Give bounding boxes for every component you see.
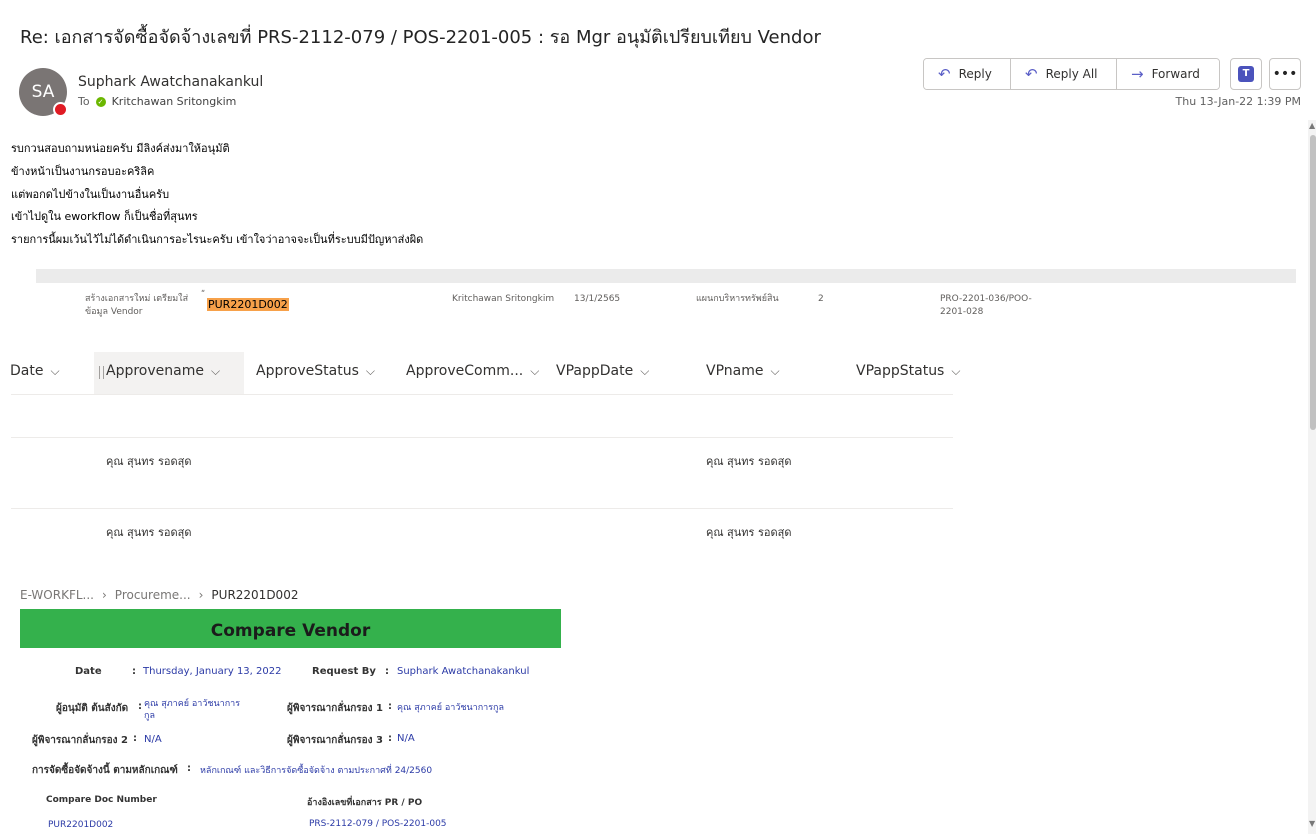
colon: : (388, 701, 392, 712)
body-line: แต่พอกดไปข้างในเป็นงานอื่นครับ (11, 188, 170, 201)
form-value-screen3: N/A (397, 733, 415, 744)
colon: : (388, 733, 392, 744)
chevron-down-icon: ⌵ (770, 363, 780, 378)
form-value-screen2: N/A (144, 734, 162, 745)
column-header-approvecomment[interactable]: ApproveComm... ⌵ (406, 363, 539, 379)
column-header-vpappstatus[interactable]: VPappStatus ⌵ (856, 363, 960, 379)
chevron-down-icon: ⌵ (210, 363, 221, 378)
colon: : (385, 666, 389, 677)
reply-label: Reply (958, 67, 992, 81)
form-value-screen1: คุณ สุภาคย์ อาวัชนาการกูล (397, 703, 504, 713)
list-header-bar (36, 269, 1296, 283)
chevron-down-icon: ⌵ (530, 363, 540, 378)
form-label-screen1: ผู้พิจารณากลั่นกรอง 1 (287, 703, 383, 714)
forward-icon: → (1131, 65, 1144, 83)
breadcrumb-item[interactable]: E-WORKFL... (20, 588, 94, 602)
available-status-icon: ✓ (95, 96, 106, 107)
ref-doc-value[interactable]: PRS-2112-079 / POS-2201-005 (309, 819, 447, 829)
reply-button[interactable]: ↶ Reply (924, 59, 1011, 89)
chevron-down-icon: ⌵ (50, 363, 60, 378)
body-line: ข้างหน้าเป็นงานกรอบอะคริลิค (11, 165, 155, 178)
form-banner: Compare Vendor (20, 609, 561, 648)
list-row-owner: Kritchawan Sritongkim (452, 294, 555, 304)
body-line: เข้าไปดูใน eworkflow ก็เป็นชื่อที่สุนทร (11, 210, 198, 223)
form-label-request-by: Request By (312, 666, 376, 677)
list-row-date: 13/1/2565 (574, 294, 621, 304)
teams-button[interactable]: T (1230, 58, 1262, 90)
column-resize-handle[interactable] (99, 366, 104, 379)
chevron-right-icon: › (198, 588, 204, 602)
form-label-screen3: ผู้พิจารณากลั่นกรอง 3 (287, 735, 383, 746)
breadcrumb-current: PUR2201D002 (211, 588, 299, 602)
forward-label: Forward (1151, 67, 1200, 81)
sent-timestamp: Thu 13-Jan-22 1:39 PM (1175, 95, 1301, 108)
more-actions-button[interactable]: ••• (1269, 58, 1301, 90)
compare-doc-header: Compare Doc Number (46, 795, 157, 805)
chevron-down-icon: ⌵ (951, 363, 961, 378)
colon: : (133, 733, 137, 744)
ref-doc-header: อ้างอิงเลขที่เอกสาร PR / PO (307, 798, 423, 808)
form-value-date: Thursday, January 13, 2022 (143, 666, 282, 677)
chevron-down-icon: ⌵ (640, 363, 650, 378)
list-row-department: แผนกบริหารทรัพย์สิน (696, 294, 779, 304)
colon: : (132, 666, 136, 677)
list-row-count: 2 (818, 294, 824, 304)
reply-actions: ↶ Reply ↶ Reply All → Forward (923, 58, 1220, 90)
column-header-vpappdate[interactable]: VPappDate ⌵ (556, 363, 649, 379)
colon: : (138, 701, 142, 712)
forward-button[interactable]: → Forward (1117, 59, 1219, 89)
breadcrumb-item[interactable]: Procureme... (115, 588, 191, 602)
email-subject: Re: เอกสารจัดซื้อจัดจ้างเลขที่ PRS-2112-… (20, 27, 821, 48)
chevron-right-icon: › (101, 588, 107, 602)
teams-icon: T (1238, 66, 1254, 82)
divider (11, 508, 953, 509)
table-cell-approvename: คุณ สุนทร รอดสุด (106, 526, 192, 539)
column-header-approvename[interactable]: Approvename ⌵ (106, 363, 220, 379)
scroll-up-icon[interactable]: ▲ (1309, 121, 1315, 130)
form-value-criteria: หลักเกณฑ์ และวิธีการจัดซื้อจัดจ้าง ตามปร… (200, 766, 433, 776)
body-line: รายการนี้ผมเว้นไว้ไม่ได้ดำเนินการอะไรนะค… (11, 233, 424, 246)
list-row-ref: PRO-2201-036/POO- 2201-028 (940, 294, 1032, 317)
table-cell-vpname: คุณ สุนทร รอดสุด (706, 526, 792, 539)
table-cell-vpname: คุณ สุนทร รอดสุด (706, 455, 792, 468)
sender-name[interactable]: Suphark Awatchanakankul (78, 74, 263, 90)
compare-doc-value[interactable]: PUR2201D002 (48, 820, 113, 830)
form-value-request-by: Suphark Awatchanakankul (397, 666, 530, 677)
colon: : (187, 763, 191, 774)
form-label-screen2: ผู้พิจารณากลั่นกรอง 2 (32, 735, 128, 746)
scrollbar-thumb[interactable] (1310, 135, 1316, 430)
column-header-approvestatus[interactable]: ApproveStatus ⌵ (256, 363, 375, 379)
presence-busy-icon (53, 102, 68, 117)
form-label-date: Date (75, 666, 102, 677)
recipient-name[interactable]: Kritchawan Sritongkim (112, 95, 237, 108)
body-line: รบกวนสอบถามหน่อยครับ มีลิงค์ส่งมาให้อนุม… (11, 142, 230, 155)
table-cell-approvename: คุณ สุนทร รอดสุด (106, 455, 192, 468)
to-label: To (78, 95, 90, 108)
chevron-down-icon: ⌵ (365, 363, 375, 378)
column-header-date[interactable]: Date ⌵ (10, 363, 60, 379)
list-row-status: สร้างเอกสารใหม่ เตรียมใส่ ข้อมูล Vendor (85, 294, 189, 317)
recipient-line: To ✓ Kritchawan Sritongkim (78, 95, 236, 108)
column-header-vpname[interactable]: VPname ⌵ (706, 363, 780, 379)
reply-all-button[interactable]: ↶ Reply All (1011, 59, 1117, 89)
form-label-criteria: การจัดซื้อจัดจ้างนี้ ตามหลักเกณฑ์ (32, 765, 178, 776)
reply-icon: ↶ (938, 65, 951, 83)
cursor-mark: ʺ (201, 290, 206, 300)
form-value-approver: คุณ สุภาคย์ อาวัชนาการกูล (144, 699, 241, 721)
divider (11, 437, 953, 438)
reply-all-icon: ↶ (1025, 65, 1038, 83)
list-row-docno[interactable]: PUR2201D002 (207, 293, 289, 312)
form-label-approver: ผู้อนุมัติ ต้นสังกัด (56, 703, 129, 714)
reply-all-label: Reply All (1045, 67, 1098, 81)
breadcrumb: E-WORKFL... › Procureme... › PUR2201D002 (20, 588, 298, 602)
scroll-down-icon[interactable]: ▼ (1309, 819, 1315, 828)
divider (11, 394, 953, 395)
